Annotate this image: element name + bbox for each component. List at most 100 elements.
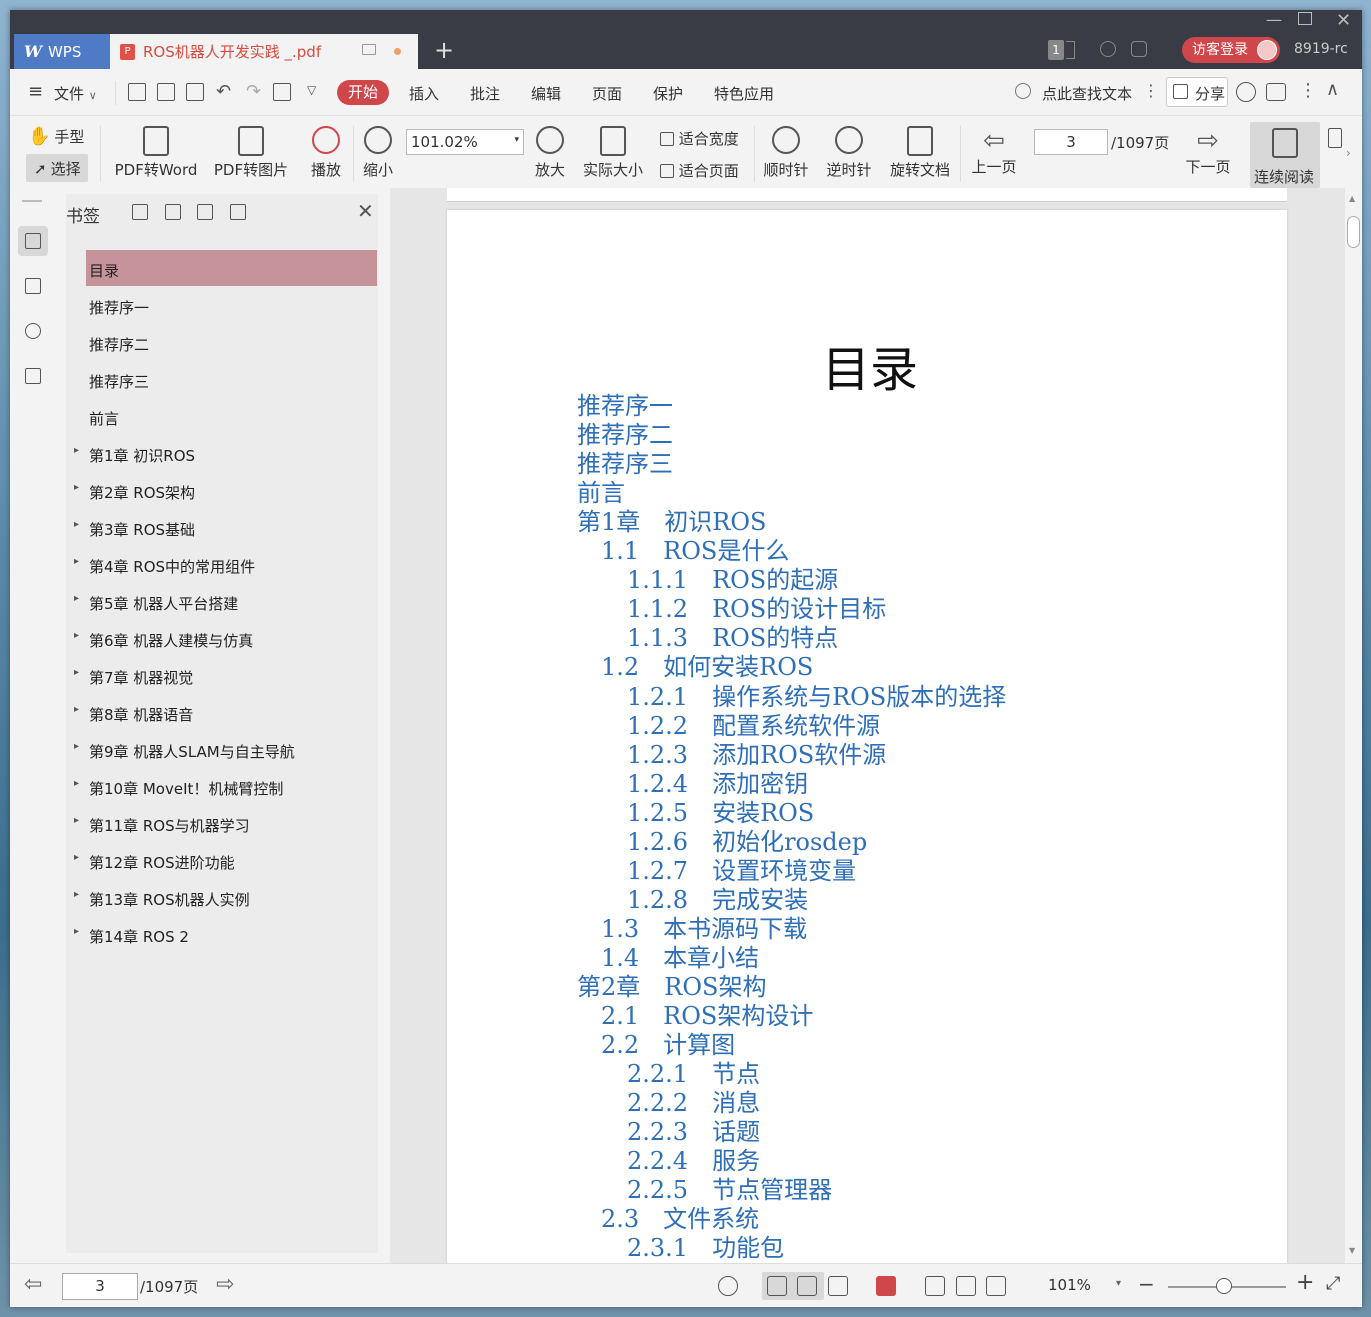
menu-edit[interactable]: 编辑: [531, 83, 561, 104]
previous-page-button[interactable]: ⇦ 上一页: [970, 126, 1018, 177]
toc-entry[interactable]: 1.2 如何安装ROS: [601, 653, 813, 682]
bookmark-item[interactable]: 推荐序一: [86, 287, 377, 323]
prev-page-icon[interactable]: ⇦: [24, 1272, 42, 1297]
monitor-icon[interactable]: [362, 44, 376, 55]
fit-width-button[interactable]: 适合宽度: [660, 128, 739, 149]
bookmark-item[interactable]: 推荐序三: [86, 361, 377, 397]
toc-entry[interactable]: 1.1 ROS是什么: [601, 537, 789, 566]
share-button[interactable]: 分享: [1166, 77, 1228, 107]
expand-arrow-icon[interactable]: ▸: [74, 482, 79, 493]
bookmark-item[interactable]: ▸ 第1章 初识ROS: [74, 435, 377, 471]
bookmark-item[interactable]: ▸ 第9章 机器人SLAM与自主导航: [74, 731, 377, 767]
document-viewport[interactable]: 目录 推荐序一 推荐序二 推荐序三 前言 第1章 初识ROS 1.1 ROS是什么 1.1.…: [390, 188, 1345, 1263]
collapse-ribbon-icon[interactable]: ∧: [1326, 79, 1339, 100]
undo-icon[interactable]: ↶: [216, 81, 231, 102]
bookmark-settings-icon[interactable]: [230, 204, 246, 220]
toc-entry[interactable]: 1.2.3 添加ROS软件源: [627, 741, 886, 770]
next-page-button[interactable]: ⇨ 下一页: [1184, 126, 1232, 177]
toc-entry[interactable]: 2.2.5 节点管理器: [627, 1176, 832, 1205]
single-page-icon[interactable]: [797, 1276, 817, 1296]
pdf-page[interactable]: 目录 推荐序一 推荐序二 推荐序三 前言 第1章 初识ROS 1.1 ROS是什么 1.1.…: [447, 210, 1287, 1263]
two-page-icon[interactable]: [828, 1276, 848, 1296]
toc-entry[interactable]: 1.1.3 ROS的特点: [627, 624, 838, 653]
export-icon[interactable]: [273, 83, 291, 101]
print-icon[interactable]: [186, 83, 204, 101]
sync-icon[interactable]: [1100, 41, 1116, 57]
search-text[interactable]: 点此查找文本: [1042, 83, 1132, 104]
thumbnail-panel-button[interactable]: [18, 271, 48, 301]
comment-bubble-icon[interactable]: [1266, 83, 1286, 101]
play-button[interactable]: 播放: [308, 126, 344, 180]
bookmark-item[interactable]: ▸ 第10章 MoveIt！机械臂控制: [74, 768, 377, 804]
continuous-view-icon[interactable]: [767, 1276, 787, 1296]
fit-width-icon[interactable]: [986, 1276, 1006, 1296]
expand-arrow-icon[interactable]: ▸: [74, 667, 79, 678]
continuous-reading-button[interactable]: 连续阅读: [1250, 122, 1320, 188]
gear-icon[interactable]: [1236, 82, 1256, 102]
toc-entry[interactable]: 2.2.4 服务: [627, 1147, 760, 1176]
toc-entry[interactable]: 前言: [577, 479, 625, 508]
fullscreen-icon[interactable]: ⤢: [1326, 1273, 1340, 1294]
scroll-up-icon[interactable]: ▲: [1349, 194, 1355, 203]
signature-panel-button[interactable]: [18, 361, 48, 391]
expand-arrow-icon[interactable]: ▸: [74, 741, 79, 752]
bookmark-item[interactable]: ▸ 第2章 ROS架构: [74, 472, 377, 508]
page-number-input[interactable]: 3: [1034, 129, 1108, 155]
fit-page-icon[interactable]: [956, 1276, 976, 1296]
toc-entry[interactable]: 2.1 ROS架构设计: [601, 1002, 813, 1031]
save-icon[interactable]: [157, 83, 175, 101]
bookmark-item[interactable]: ▸ 第12章 ROS进阶功能: [74, 842, 377, 878]
toc-entry[interactable]: 推荐序三: [577, 450, 673, 479]
zoom-in-small-icon[interactable]: +: [1296, 1270, 1314, 1295]
toc-entry[interactable]: 1.2.2 配置系统软件源: [627, 712, 880, 741]
toc-entry[interactable]: 1.2.4 添加密钥: [627, 770, 808, 799]
minimize-icon[interactable]: —: [1266, 10, 1282, 29]
expand-arrow-icon[interactable]: ▸: [74, 519, 79, 530]
bookmark-item[interactable]: 前言: [86, 398, 377, 434]
more-tools-icon[interactable]: ▽: [307, 83, 316, 97]
bookmark-item[interactable]: 推荐序二: [86, 324, 377, 360]
actual-size-icon[interactable]: [925, 1276, 945, 1296]
zoom-dropdown-icon[interactable]: ▾: [1116, 1278, 1121, 1289]
toc-entry[interactable]: 2.2 计算图: [601, 1031, 735, 1060]
toc-entry[interactable]: 1.2.7 设置环境变量: [627, 857, 856, 886]
rotate-document-button[interactable]: 旋转文档: [888, 126, 952, 180]
toc-entry[interactable]: 1.3 本书源码下载: [601, 915, 807, 944]
bookmark-item[interactable]: 目录: [86, 250, 377, 286]
fit-page-button[interactable]: 适合页面: [660, 160, 739, 181]
status-page-input[interactable]: 3: [62, 1273, 138, 1300]
vertical-scrollbar[interactable]: ▲ ▼: [1345, 188, 1362, 1263]
menu-special[interactable]: 特色应用: [714, 83, 774, 104]
expand-arrow-icon[interactable]: ▸: [74, 445, 79, 456]
select-tool-button[interactable]: ➚ 选择: [26, 154, 88, 182]
toc-entry[interactable]: 第2章 ROS架构: [577, 973, 766, 1002]
bookmark-item[interactable]: ▸ 第4章 ROS中的常用组件: [74, 546, 377, 582]
expand-arrow-icon[interactable]: ▸: [74, 852, 79, 863]
toc-entry[interactable]: 2.2.3 话题: [627, 1118, 760, 1147]
play-slideshow-icon[interactable]: [876, 1276, 896, 1296]
next-page-icon[interactable]: ⇨: [216, 1272, 234, 1297]
expand-arrow-icon[interactable]: ▸: [74, 556, 79, 567]
search-options-icon[interactable]: ⋮: [1143, 81, 1159, 100]
more-icon[interactable]: ⋮: [1299, 80, 1317, 101]
document-tab[interactable]: P ROS机器人开发实践 _.pdf: [110, 34, 418, 69]
redo-icon[interactable]: ↷: [246, 81, 261, 102]
new-tab-button[interactable]: +: [434, 38, 454, 62]
expand-arrow-icon[interactable]: ▸: [74, 593, 79, 604]
skin-shirt-icon[interactable]: [1131, 41, 1147, 57]
expand-arrow-icon[interactable]: ▸: [74, 630, 79, 641]
toc-entry[interactable]: 2.2.1 节点: [627, 1060, 760, 1089]
toc-entry[interactable]: 2.2.2 消息: [627, 1089, 760, 1118]
scroll-down-icon[interactable]: ▼: [1349, 1246, 1355, 1255]
toc-entry[interactable]: 1.4 本章小结: [601, 944, 759, 973]
zoom-out-small-icon[interactable]: −: [1138, 1272, 1155, 1296]
toc-entry[interactable]: 1.2.8 完成安装: [627, 886, 808, 915]
expand-arrow-icon[interactable]: ▸: [74, 778, 79, 789]
bookmark-item[interactable]: ▸ 第14章 ROS 2: [74, 916, 377, 952]
rotate-counterclockwise-button[interactable]: 逆时针: [825, 126, 873, 180]
expand-arrow-icon[interactable]: ▸: [74, 926, 79, 937]
overflow-tools-icon[interactable]: [1328, 128, 1342, 148]
wps-home-tab[interactable]: W WPS: [14, 34, 110, 69]
window-count-badge[interactable]: 1: [1048, 40, 1064, 60]
toc-entry[interactable]: 1.1.1 ROS的起源: [627, 566, 838, 595]
